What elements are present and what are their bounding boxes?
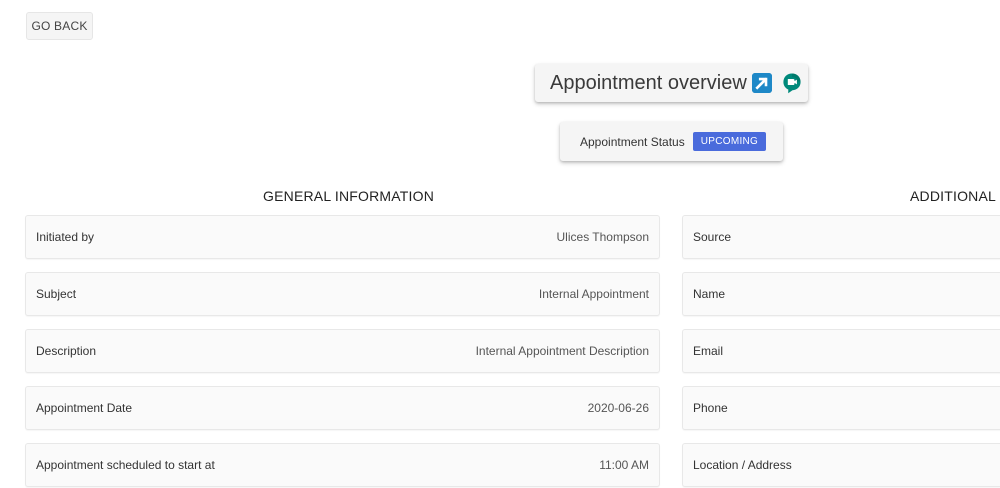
general-info-row-start-time: Appointment scheduled to start at 11:00 …: [25, 443, 660, 487]
additional-info-row-name: Name: [682, 272, 1000, 316]
row-value: Ulices Thompson: [556, 230, 649, 244]
row-value: Internal Appointment: [538, 287, 649, 301]
additional-info-row-phone: Phone: [682, 386, 1000, 430]
appointment-status-label: Appointment Status: [580, 134, 685, 149]
general-info-row-description: Description Internal Appointment Descrip…: [25, 329, 660, 373]
row-label: Phone: [693, 401, 728, 415]
appointment-status-card: Appointment Status UPCOMING: [560, 122, 783, 161]
general-information-list: Initiated by Ulices Thompson Subject Int…: [25, 215, 660, 488]
status-badge: UPCOMING: [692, 132, 767, 151]
appointment-overview-card: Appointment overview: [535, 64, 808, 102]
additional-info-row-location-address: Location / Address: [682, 443, 1000, 487]
row-label: Email: [693, 344, 724, 358]
general-info-row-initiated-by: Initiated by Ulices Thompson: [25, 215, 660, 259]
row-value: 2020-06-26: [587, 401, 649, 415]
row-label: Subject: [36, 287, 77, 301]
row-value: 11:00 AM: [599, 458, 649, 472]
row-label: Source: [693, 230, 732, 244]
additional-information-heading: ADDITIONAL I: [910, 188, 1000, 204]
row-label: Initiated by: [36, 230, 95, 244]
additional-information-list: Source Name Email Phone Location / Addre…: [682, 215, 1000, 488]
row-label: Location / Address: [693, 458, 792, 472]
go-back-button[interactable]: GO BACK: [26, 12, 93, 40]
google-meet-icon[interactable]: [782, 72, 802, 94]
general-info-row-subject: Subject Internal Appointment: [25, 272, 660, 316]
external-link-icon[interactable]: [752, 73, 772, 93]
row-value: Internal Appointment Description: [475, 344, 649, 358]
row-label: Name: [693, 287, 726, 301]
appointment-overview-title: Appointment overview: [550, 71, 747, 94]
general-information-heading: GENERAL INFORMATION: [263, 188, 435, 204]
general-info-row-appointment-date: Appointment Date 2020-06-26: [25, 386, 660, 430]
additional-info-row-email: Email: [682, 329, 1000, 373]
row-label: Description: [36, 344, 97, 358]
row-label: Appointment Date: [36, 401, 133, 415]
row-label: Appointment scheduled to start at: [36, 458, 215, 472]
appointment-overview-page: GO BACK Appointment overview Appointment…: [0, 0, 1000, 488]
additional-info-row-source: Source: [682, 215, 1000, 259]
